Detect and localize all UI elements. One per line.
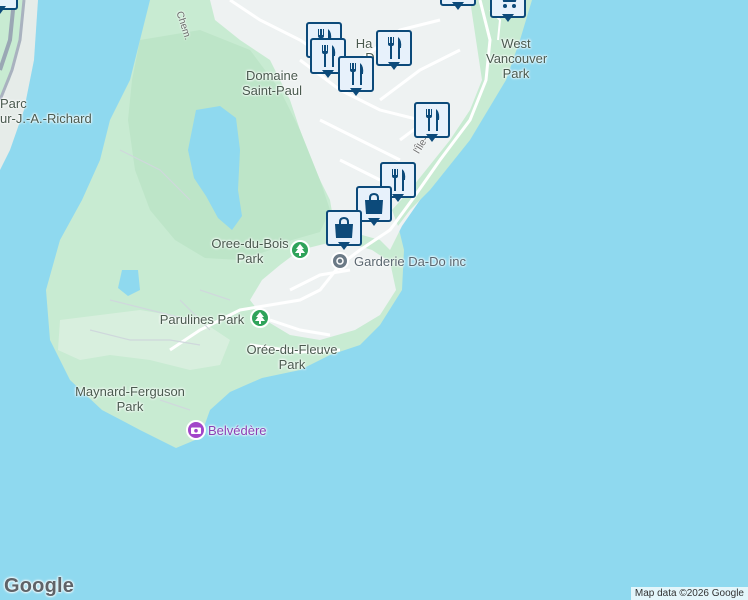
marker-partial-top[interactable] (440, 0, 476, 14)
poi-label-garderie[interactable]: Garderie Da-Do inc (354, 254, 466, 269)
marker-restaurant-3[interactable] (338, 56, 374, 100)
tree-icon (255, 312, 265, 324)
fork-knife-icon (350, 63, 364, 85)
tree-icon (295, 244, 305, 256)
map-base-layer (0, 0, 748, 600)
place-label-parc-richard: Parc ur-J.-A.-Richard (0, 96, 92, 126)
place-label-oree-du-fleuve-park: Orée-du-Fleuve Park (246, 342, 338, 372)
fork-knife-icon (388, 37, 402, 59)
place-label-parulines-park: Parulines Park (159, 312, 245, 327)
map-canvas[interactable]: Domaine Saint-Paul Parc ur-J.-A.-Richard… (0, 0, 748, 600)
poi-label-belvedere[interactable]: Belvédère (208, 423, 267, 438)
marker-shopping-2[interactable] (326, 210, 362, 254)
fork-knife-icon (426, 109, 440, 131)
place-label-maynard-ferguson-park: Maynard-Ferguson Park (75, 384, 185, 414)
shopping-bag-icon (335, 217, 353, 238)
place-label-partial-ha: Ha (355, 36, 373, 51)
fork-knife-icon (322, 45, 336, 67)
place-label-west-vancouver-park: West Vancouver Park (486, 36, 548, 81)
shopping-cart-icon (502, 0, 517, 8)
camera-icon (191, 427, 201, 434)
marker-partial-top-left[interactable] (0, 0, 18, 18)
place-label-domaine-saint-paul: Domaine Saint-Paul (242, 68, 302, 98)
marker-shopping-cart-partial[interactable] (490, 0, 526, 26)
shopping-bag-icon (365, 193, 383, 214)
marker-restaurant-5[interactable] (414, 102, 450, 146)
park-pin-oree-du-bois[interactable] (290, 240, 310, 260)
map-attribution[interactable]: Map data ©2026 Google (630, 587, 748, 600)
fork-knife-icon (392, 169, 406, 191)
marker-restaurant-4[interactable] (376, 30, 412, 74)
place-label-oree-du-bois-park: Oree-du-Bois Park (211, 236, 289, 266)
google-logo[interactable]: Google (4, 575, 74, 598)
park-pin-parulines[interactable] (250, 308, 270, 328)
school-icon (336, 257, 344, 265)
school-pin[interactable] (331, 252, 349, 270)
viewpoint-pin[interactable] (186, 420, 206, 440)
